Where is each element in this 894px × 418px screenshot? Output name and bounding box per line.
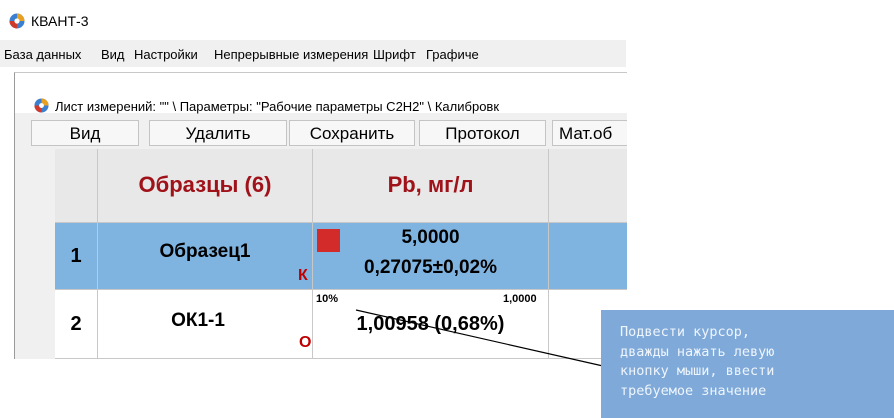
callout-line: дважды нажать левую [620,343,775,360]
callout-text: Подвести курсор, дважды нажать левую кно… [620,323,774,402]
callout-line: требуемое значение [620,383,767,400]
instruction-callout: Подвести курсор, дважды нажать левую кно… [601,310,894,418]
callout-line: Подвести курсор, [620,324,751,340]
callout-line: кнопку мыши, ввести [620,363,775,380]
